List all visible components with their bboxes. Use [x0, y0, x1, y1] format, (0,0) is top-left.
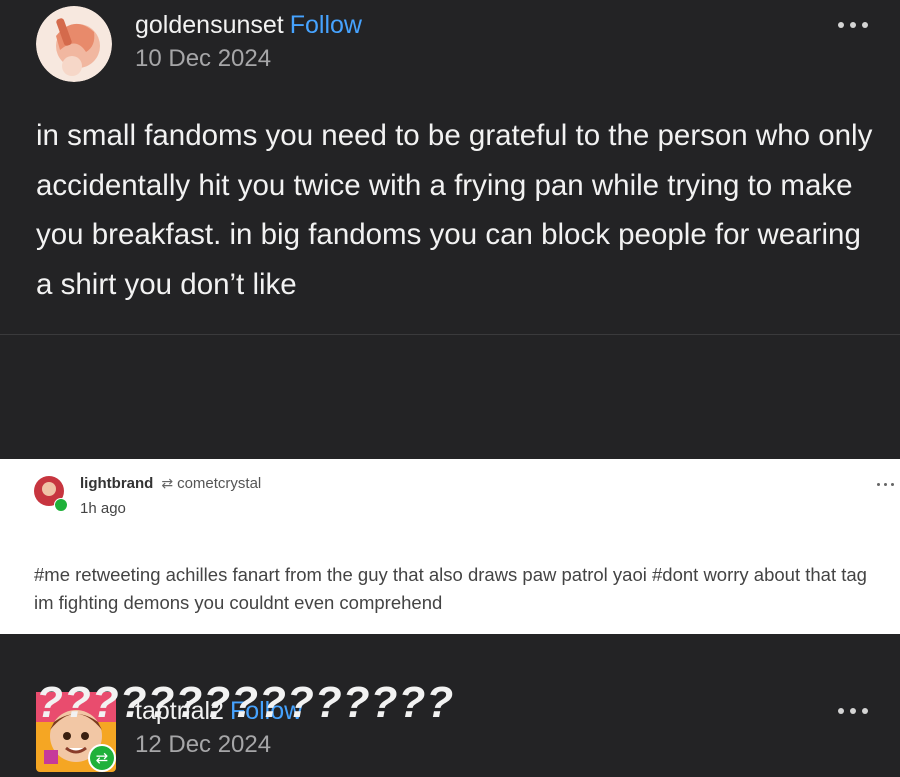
avatar-goldensunset[interactable] — [36, 6, 112, 82]
post-date: 10 Dec 2024 — [135, 45, 272, 72]
reply-text: ??????????????? — [36, 678, 455, 727]
post-tags: #me retweeting achilles fanart from the … — [34, 564, 867, 613]
post-goldensunset: goldensunset Follow 10 Dec 2024 in small … — [0, 0, 900, 335]
reblog-icon — [54, 498, 68, 512]
post-taptrial2: ⇄ taptrial2 Follow 12 Dec 2024 — [0, 335, 900, 772]
more-dots-icon[interactable] — [838, 22, 868, 28]
more-dots-icon[interactable] — [838, 708, 868, 714]
follow-button[interactable]: Follow — [290, 11, 362, 39]
post-header: goldensunset Follow — [135, 11, 362, 40]
reblog-icon: ⇄ — [161, 475, 174, 491]
reblogged-from[interactable]: cometcrystal — [177, 475, 261, 492]
reblog-icon: ⇄ — [88, 744, 116, 772]
username[interactable]: goldensunset — [135, 11, 284, 39]
post-date: 12 Dec 2024 — [135, 731, 272, 758]
avatar-lightbrand[interactable] — [34, 476, 68, 512]
embedded-header: lightbrand ⇄ cometcrystal — [80, 475, 261, 492]
username[interactable]: lightbrand — [80, 475, 153, 492]
post-text: in small fandoms you need to be grateful… — [36, 119, 873, 301]
post-time: 1h ago — [80, 500, 126, 517]
peach-avatar-icon — [36, 6, 112, 82]
more-dots-icon[interactable] — [877, 483, 894, 486]
